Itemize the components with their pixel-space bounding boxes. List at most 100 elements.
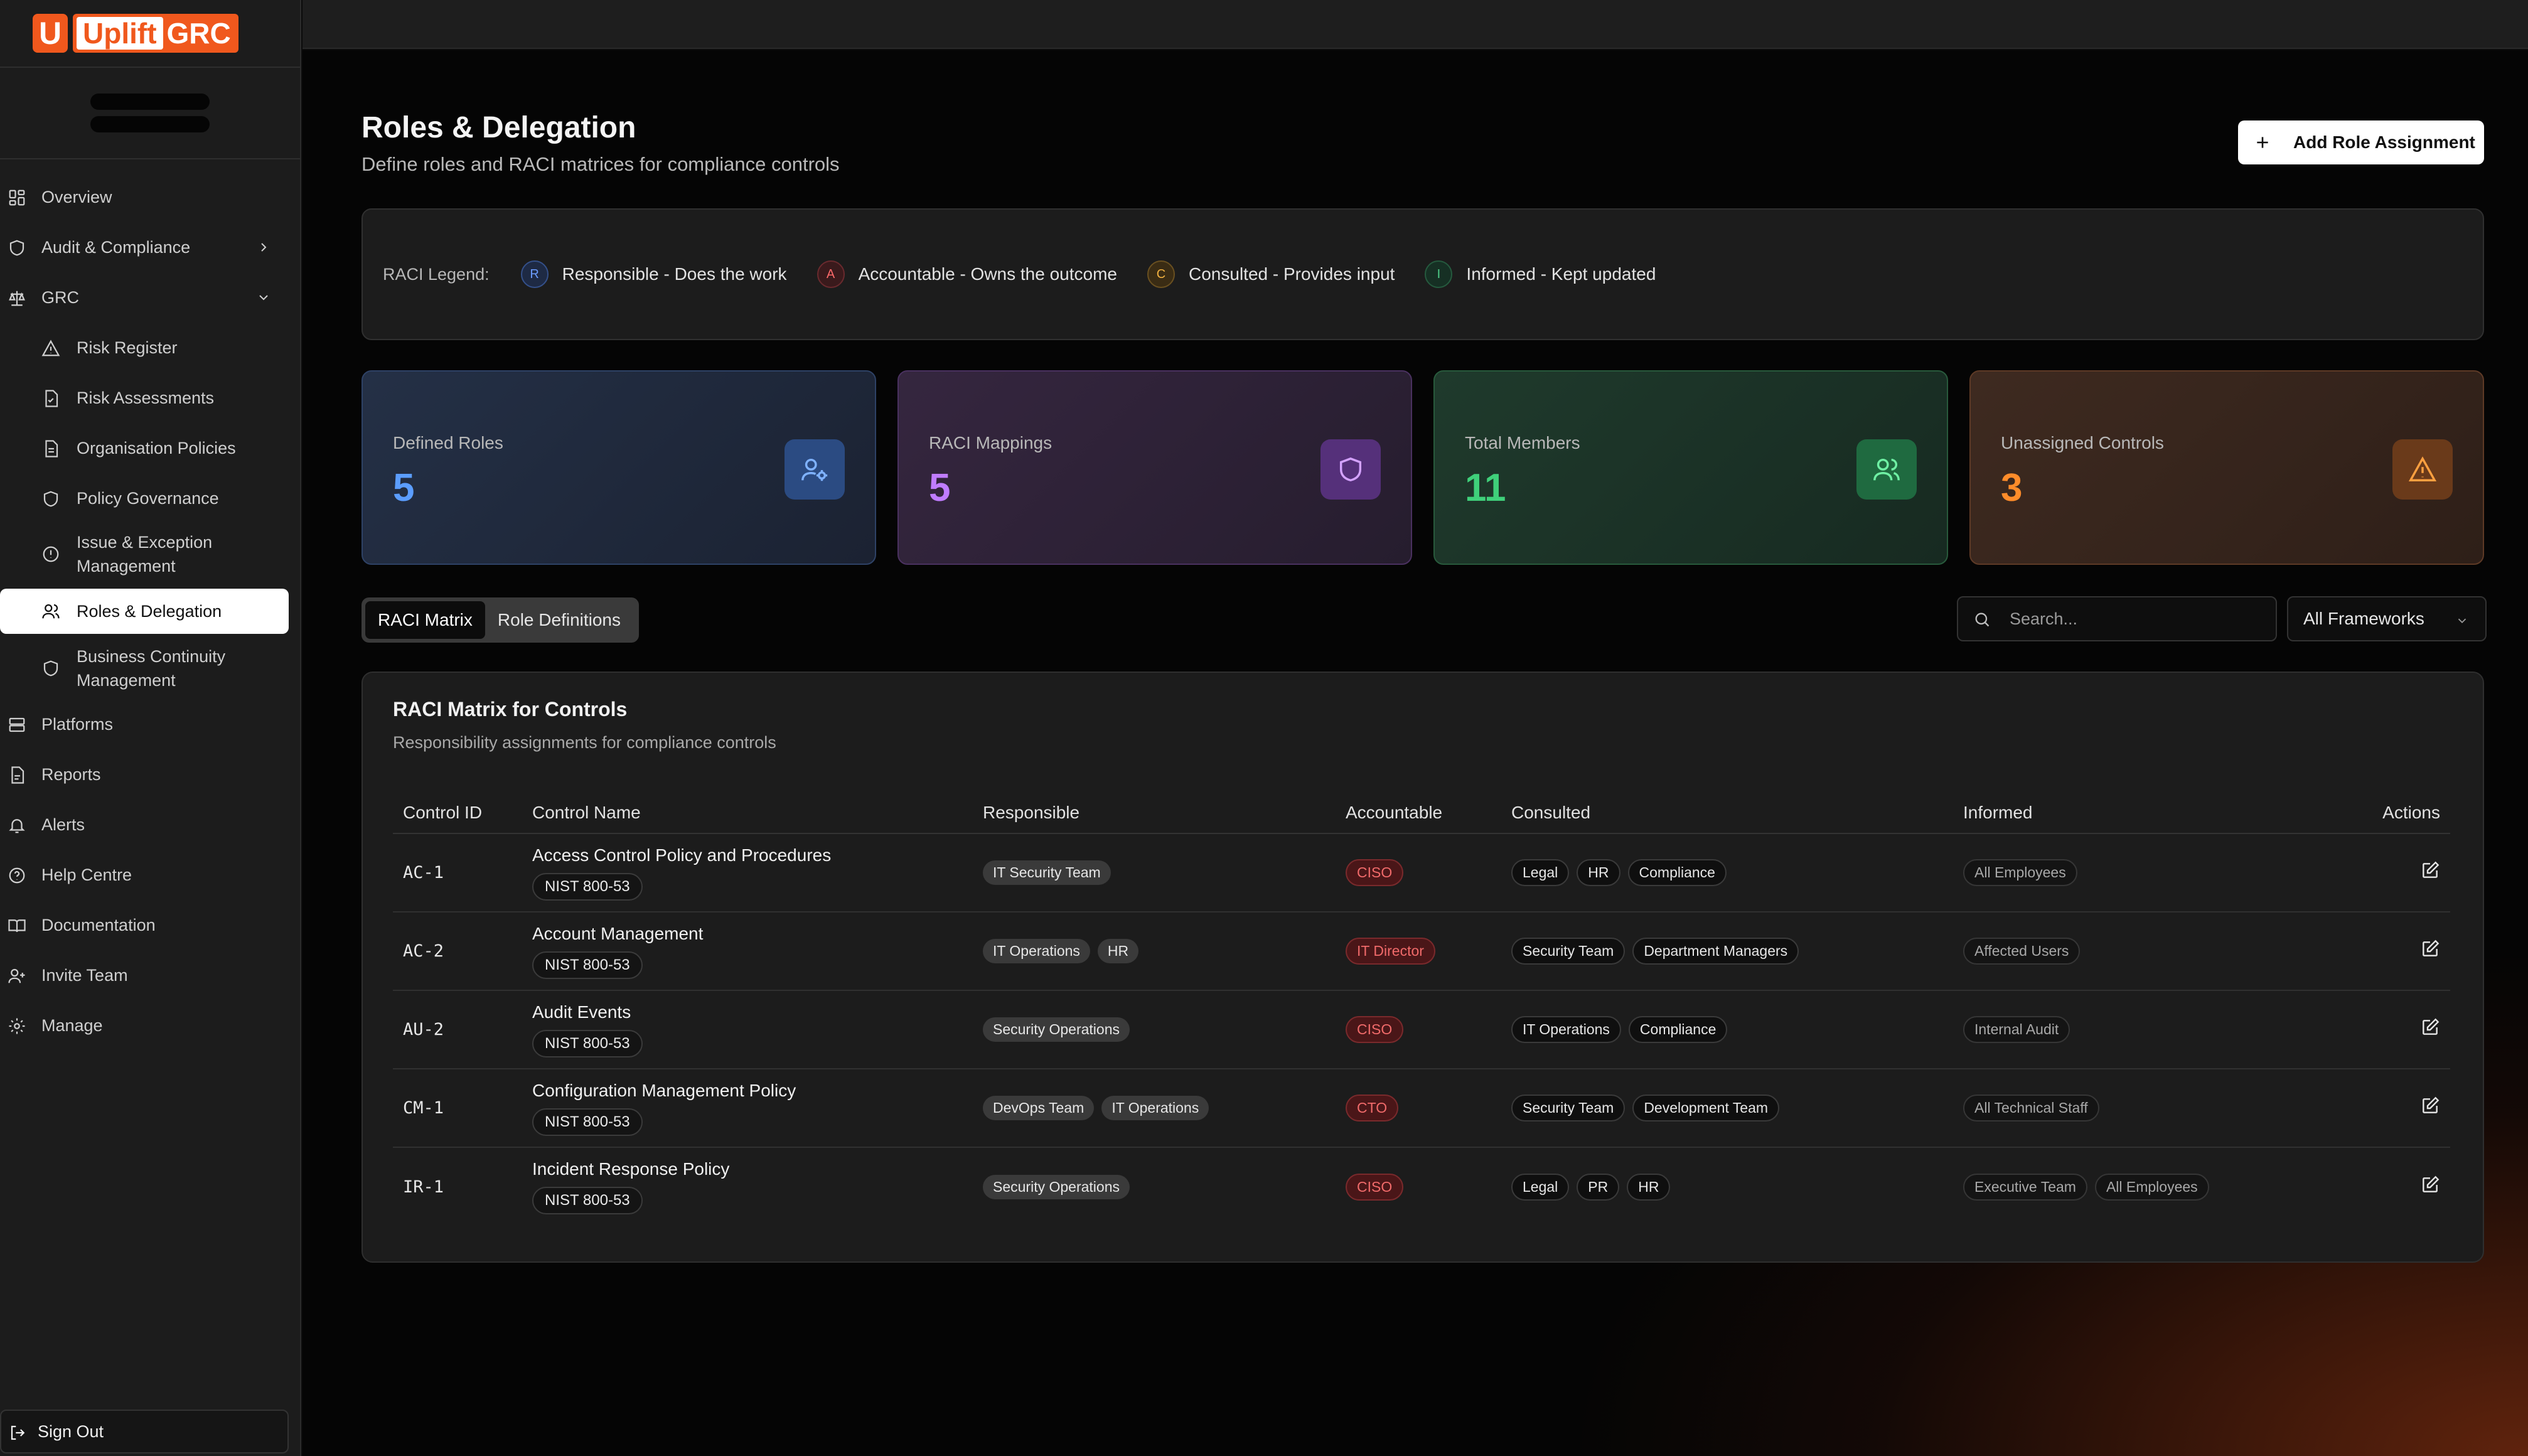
legend-label: Accountable - Owns the outcome [858, 264, 1118, 284]
sidebar-item-reports[interactable]: Reports [0, 749, 300, 800]
edit-icon[interactable] [2420, 1175, 2440, 1195]
sidebar-item-documentation[interactable]: Documentation [0, 900, 300, 950]
framework-filter-select[interactable]: All Frameworks [2287, 596, 2487, 641]
sidebar-item-label: Platforms [41, 714, 114, 734]
sidebar-item-platforms[interactable]: Platforms [0, 699, 300, 749]
legend-badge-a: A [817, 260, 845, 288]
responsible-chip: Security Operations [983, 1174, 1130, 1199]
sidebar-item-label: Overview [41, 187, 112, 206]
stat-card-raci-mappings: RACI Mappings 5 [897, 370, 1412, 565]
framework-badge: NIST 800-53 [532, 1029, 643, 1057]
alert-circle-icon [41, 545, 60, 564]
legend-label: Informed - Kept updated [1466, 264, 1656, 284]
consulted-chip: Security Team [1511, 1095, 1626, 1121]
stat-value: 5 [393, 466, 415, 510]
consulted-chip: Development Team [1632, 1095, 1780, 1121]
sidebar-item-organisation-policies[interactable]: Organisation Policies [0, 423, 300, 473]
sidebar-item-grc[interactable]: GRC [0, 272, 300, 323]
informed-chip: All Technical Staff [1963, 1095, 2099, 1121]
accountable-chip: CISO [1346, 1016, 1404, 1043]
raci-legend-title: RACI Legend: [383, 264, 490, 284]
brand-name-part1: Uplift [77, 17, 163, 50]
framework-badge: NIST 800-53 [532, 872, 643, 901]
server-icon [8, 715, 26, 734]
column-header: Responsible [983, 792, 1346, 834]
sidebar-item-help-centre[interactable]: Help Centre [0, 850, 300, 900]
stat-value: 5 [929, 466, 951, 510]
consulted-chip: Security Team [1511, 938, 1626, 965]
stat-card-unassigned-controls: Unassigned Controls 3 [1969, 370, 2484, 565]
sidebar-item-label: Risk Assessments [77, 388, 215, 407]
edit-icon[interactable] [2420, 860, 2440, 881]
column-header: Informed [1963, 792, 2341, 834]
sidebar-item-risk-assessments[interactable]: Risk Assessments [0, 373, 300, 423]
sidebar-item-overview[interactable]: Overview [0, 172, 300, 222]
chevron-right-icon [256, 240, 271, 255]
consulted-chip: PR [1577, 1173, 1620, 1201]
main-content: Roles & Delegation Define roles and RACI… [303, 50, 2528, 1456]
user-email-redacted [90, 116, 210, 132]
consulted-chip: Compliance [1628, 1016, 1728, 1043]
sidebar-item-manage[interactable]: Manage [0, 1000, 300, 1051]
brand-logo[interactable]: U Uplift GRC [0, 0, 300, 68]
stat-value: 11 [1465, 466, 1506, 510]
table-row: CM-1 Configuration Management Policy NIST… [393, 1069, 2450, 1148]
search-icon [1973, 611, 1991, 628]
warning-icon [41, 339, 60, 358]
table-row: AC-1 Access Control Policy and Procedure… [393, 833, 2450, 913]
sidebar-item-policy-governance[interactable]: Policy Governance [0, 473, 300, 523]
legend-badge-i: I [1425, 260, 1453, 288]
stats-row: Defined Roles 5 RACI Mappings 5 Total Me… [362, 370, 2484, 565]
add-role-assignment-button[interactable]: Add Role Assignment [2238, 120, 2484, 164]
sidebar-item-label: Issue & Exception Management [77, 533, 213, 575]
sidebar-item-label: Organisation Policies [77, 438, 236, 458]
edit-icon[interactable] [2420, 1017, 2440, 1037]
top-bar [303, 0, 2528, 49]
raci-legend: RACI Legend: R Responsible - Does the wo… [362, 208, 2484, 340]
sidebar-item-label: Policy Governance [77, 488, 219, 508]
table-row: AC-2 Account Management NIST 800-53 IT Op… [393, 912, 2450, 991]
sidebar-item-risk-register[interactable]: Risk Register [0, 323, 300, 373]
sidebar-item-label: Risk Register [77, 338, 178, 357]
sidebar-item-audit-compliance[interactable]: Audit & Compliance [0, 222, 300, 272]
informed-chip: Internal Audit [1963, 1016, 2070, 1043]
legend-label: Consulted - Provides input [1189, 264, 1395, 284]
consulted-chip: Department Managers [1632, 938, 1799, 965]
informed-chip: Executive Team [1963, 1173, 2087, 1201]
accountable-chip: IT Director [1346, 938, 1435, 965]
sidebar-item-issue-exception-management[interactable]: Issue & Exception Management [0, 523, 300, 585]
stat-label: Defined Roles [393, 433, 503, 452]
responsible-chip: IT Operations [983, 939, 1090, 963]
brand-name: Uplift GRC [73, 14, 238, 53]
consulted-chip: HR [1577, 859, 1620, 886]
legend-item-informed: I Informed - Kept updated [1425, 260, 1656, 288]
dashboard-icon [8, 188, 26, 207]
sidebar-item-label: Invite Team [41, 965, 128, 985]
tab-raci-matrix[interactable]: RACI Matrix [365, 601, 485, 639]
sidebar-item-label: Help Centre [41, 865, 132, 884]
control-name: Audit Events [532, 1002, 631, 1022]
chevron-down-icon [2455, 614, 2469, 628]
consulted-chip: IT Operations [1511, 1016, 1621, 1043]
user-profile[interactable] [0, 68, 300, 159]
control-id: AC-2 [393, 912, 532, 991]
column-header: Control Name [532, 792, 983, 834]
users-icon [1856, 439, 1917, 500]
stat-card-total-members: Total Members 11 [1433, 370, 1948, 565]
sidebar-item-alerts[interactable]: Alerts [0, 800, 300, 850]
sidebar-item-business-continuity[interactable]: Business Continuity Management [0, 638, 300, 699]
sidebar-item-roles-delegation[interactable]: Roles & Delegation [0, 589, 289, 634]
edit-icon[interactable] [2420, 1096, 2440, 1116]
legend-item-consulted: C Consulted - Provides input [1147, 260, 1395, 288]
file-text-icon [41, 439, 60, 458]
book-icon [8, 916, 26, 935]
sign-out-button[interactable]: Sign Out [0, 1410, 289, 1453]
shield-icon [41, 490, 60, 508]
tab-role-definitions[interactable]: Role Definitions [485, 601, 633, 639]
warning-icon [2392, 439, 2453, 500]
search-input[interactable] [1957, 596, 2277, 641]
consulted-chip: HR [1627, 1173, 1671, 1201]
legend-label: Responsible - Does the work [562, 264, 787, 284]
edit-icon[interactable] [2420, 939, 2440, 959]
sidebar-item-invite-team[interactable]: Invite Team [0, 950, 300, 1000]
